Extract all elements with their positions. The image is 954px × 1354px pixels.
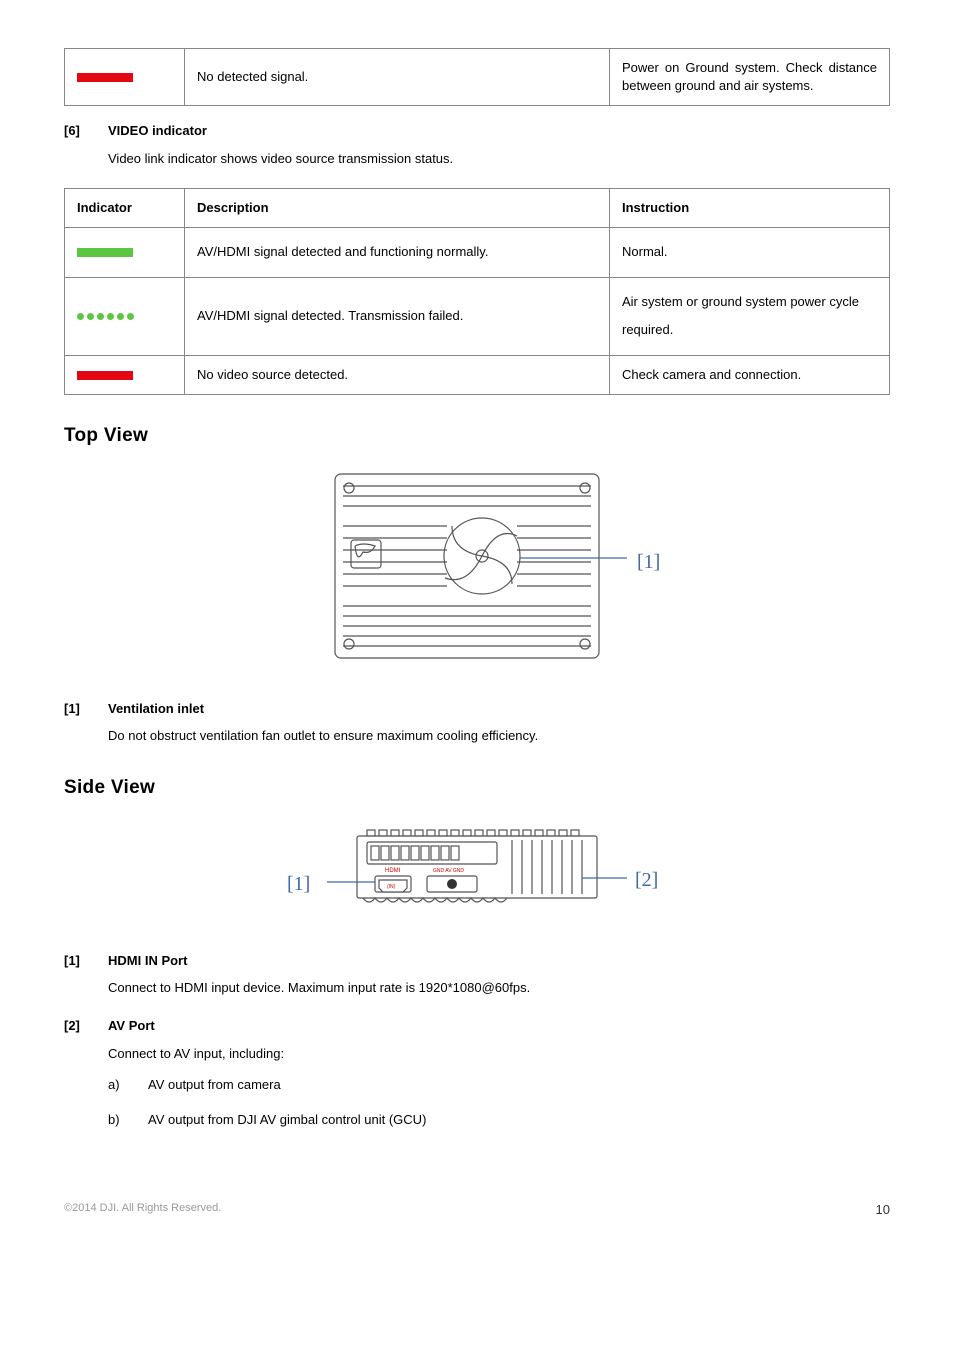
- instruction-cell: Check camera and connection.: [610, 355, 890, 394]
- list-key: b): [108, 1110, 148, 1131]
- signal-status-table: No detected signal. Power on Ground syst…: [64, 48, 890, 106]
- description-cell: No video source detected.: [185, 355, 610, 394]
- callout-2-label: [2]: [635, 866, 658, 894]
- video-indicator-table: Indicator Description Instruction AV/HDM…: [64, 188, 890, 395]
- section-number: [1]: [64, 700, 108, 718]
- section-title: AV Port: [108, 1017, 155, 1035]
- list-item-a: a) AV output from camera: [108, 1075, 890, 1096]
- list-text: AV output from camera: [148, 1075, 281, 1096]
- indicator-cell: [65, 277, 185, 355]
- topview-sec1-header: [1] Ventilation inlet: [64, 700, 890, 718]
- list-key: a): [108, 1075, 148, 1096]
- table-row: AV/HDMI signal detected. Transmission fa…: [65, 277, 890, 355]
- sideview-sec1-header: [1] HDMI IN Port: [64, 952, 890, 970]
- table-header-row: Indicator Description Instruction: [65, 188, 890, 227]
- description-cell: No detected signal.: [185, 49, 610, 106]
- table-row: AV/HDMI signal detected and functioning …: [65, 228, 890, 278]
- table-row: No detected signal. Power on Ground syst…: [65, 49, 890, 106]
- sideview-sec2-body: Connect to AV input, including:: [108, 1042, 890, 1065]
- section-6-intro: Video link indicator shows video source …: [108, 147, 890, 170]
- list-item-b: b) AV output from DJI AV gimbal control …: [108, 1110, 890, 1131]
- sideview-sec2-header: [2] AV Port: [64, 1017, 890, 1035]
- indicator-cell: [65, 355, 185, 394]
- solid-red-indicator-icon: [77, 73, 133, 82]
- callout-1-label: [1]: [287, 870, 310, 898]
- top-view-figure: [1]: [64, 466, 890, 676]
- section-number: [1]: [64, 952, 108, 970]
- solid-green-indicator-icon: [77, 248, 133, 257]
- callout-1-label: [1]: [637, 548, 660, 576]
- instruction-cell: Normal.: [610, 228, 890, 278]
- col-indicator: Indicator: [65, 188, 185, 227]
- description-cell: AV/HDMI signal detected and functioning …: [185, 228, 610, 278]
- side-view-heading: Side View: [64, 775, 890, 802]
- indicator-cell: [65, 228, 185, 278]
- section-title: Ventilation inlet: [108, 700, 204, 718]
- section-6-header: [6] VIDEO indicator: [64, 122, 890, 140]
- page-footer: ©2014 DJI. All Rights Reserved. 10: [64, 1201, 890, 1219]
- list-text: AV output from DJI AV gimbal control uni…: [148, 1110, 426, 1131]
- col-instruction: Instruction: [610, 188, 890, 227]
- col-description: Description: [185, 188, 610, 227]
- solid-red-indicator-icon: [77, 371, 133, 380]
- topview-sec1-body: Do not obstruct ventilation fan outlet t…: [108, 724, 890, 747]
- side-view-figure: [1]: [64, 818, 890, 928]
- blinking-green-indicator-icon: [77, 313, 134, 320]
- top-view-heading: Top View: [64, 423, 890, 450]
- table-row: No video source detected. Check camera a…: [65, 355, 890, 394]
- svg-text:GND AV GND: GND AV GND: [433, 868, 464, 874]
- copyright-text: ©2014 DJI. All Rights Reserved.: [64, 1201, 221, 1219]
- section-number: [2]: [64, 1017, 108, 1035]
- svg-text:HDMI: HDMI: [385, 868, 401, 874]
- section-title: VIDEO indicator: [108, 122, 207, 140]
- indicator-cell: [65, 49, 185, 106]
- section-title: HDMI IN Port: [108, 952, 187, 970]
- svg-text:(IN): (IN): [387, 884, 396, 890]
- page-number: 10: [876, 1201, 890, 1219]
- instruction-cell: Power on Ground system. Check distance b…: [610, 49, 890, 106]
- section-number: [6]: [64, 122, 108, 140]
- instruction-cell: Air system or ground system power cycle …: [610, 277, 890, 355]
- description-cell: AV/HDMI signal detected. Transmission fa…: [185, 277, 610, 355]
- sideview-sec1-body: Connect to HDMI input device. Maximum in…: [108, 976, 890, 999]
